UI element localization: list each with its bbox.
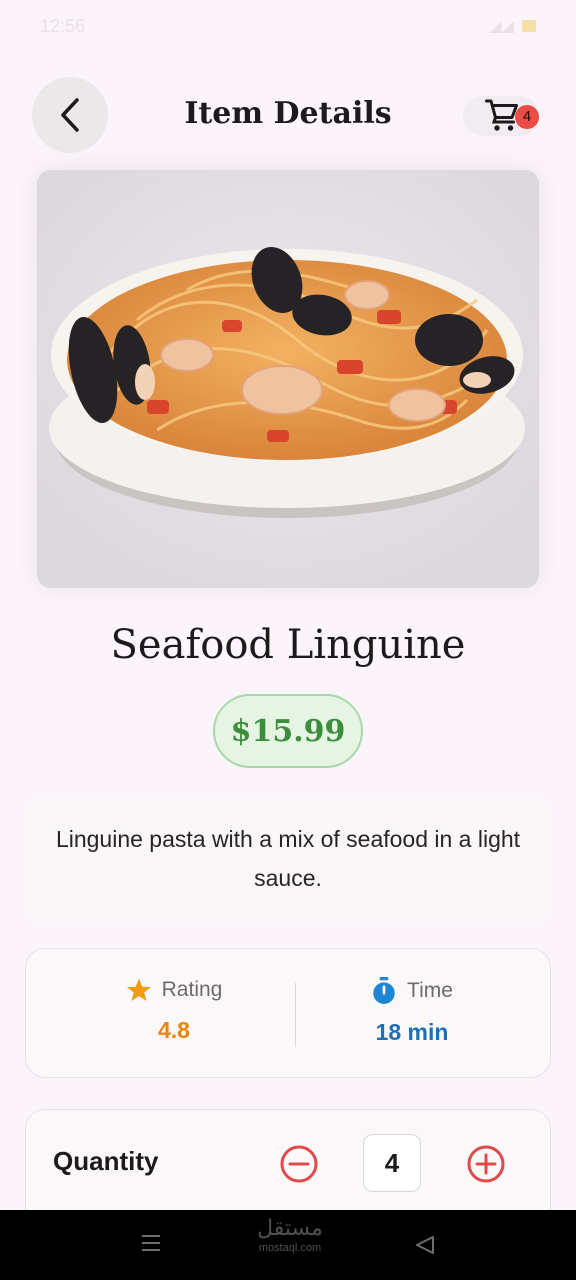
nav-back-button[interactable]: [414, 1234, 436, 1261]
triangle-back-icon: [416, 1236, 434, 1254]
minus-circle-icon: [280, 1145, 318, 1183]
system-nav-bar: مستقل mostaql.com: [0, 1210, 576, 1280]
battery-icon: [522, 20, 536, 32]
rating-value: 4.8: [158, 1017, 190, 1043]
cart-button[interactable]: 4: [463, 96, 539, 136]
quantity-value[interactable]: 4: [363, 1134, 421, 1192]
item-image: [37, 170, 539, 588]
status-time: 12:56: [40, 16, 86, 36]
decrease-quantity-button[interactable]: [279, 1144, 319, 1189]
nav-menu-button[interactable]: [140, 1232, 162, 1259]
stopwatch-icon: [373, 977, 395, 1004]
stats-card: Rating 4.8 Time 18 min: [25, 948, 551, 1078]
watermark-arabic: مستقل: [257, 1216, 323, 1241]
status-icons: ◢◢: [489, 16, 536, 36]
seafood-linguine-photo: [37, 170, 539, 588]
stats-divider: [295, 983, 296, 1047]
quantity-label: Quantity: [53, 1146, 159, 1176]
item-description: Linguine pasta with a mix of seafood in …: [55, 826, 521, 891]
description-card: Linguine pasta with a mix of seafood in …: [25, 796, 551, 922]
menu-icon: [142, 1235, 160, 1251]
price-badge: $15.99: [213, 694, 363, 768]
increase-quantity-button[interactable]: [466, 1144, 506, 1189]
cart-count-badge: 4: [515, 105, 539, 129]
star-icon: [126, 978, 151, 1001]
time-value: 18 min: [375, 1019, 449, 1045]
item-name: Seafood Linguine: [110, 622, 466, 668]
status-bar: 12:56 ◢◢: [0, 0, 576, 52]
time-label: Time: [407, 979, 453, 1002]
time-stat: Time 18 min: [312, 977, 512, 1046]
rating-stat: Rating 4.8: [74, 977, 274, 1044]
watermark-logo: مستقل mostaql.com: [250, 1216, 330, 1254]
watermark-latin: mostaql.com: [258, 1242, 322, 1254]
plus-circle-icon: [467, 1145, 505, 1183]
price-text: $15.99: [230, 713, 346, 749]
rating-label: Rating: [161, 978, 223, 1001]
signal-icon: ◢◢: [489, 18, 514, 35]
